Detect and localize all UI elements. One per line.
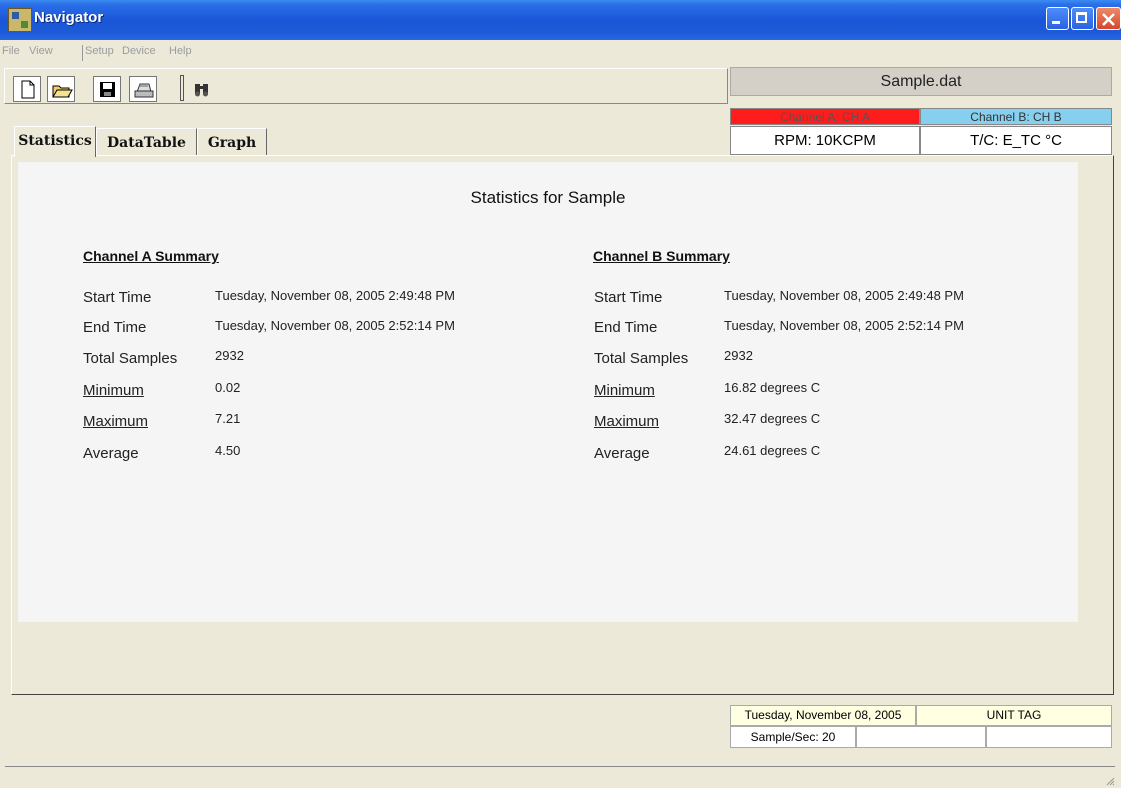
channel-a-minimum-value: 0.02 [215,380,241,395]
channel-a-end-time-value: Tuesday, November 08, 2005 2:52:14 PM [215,318,455,333]
menu-bar: File View Setup Device Help [0,42,1121,60]
save-disk-icon [100,82,115,97]
channel-b-average-label: Average [594,445,650,462]
toolbar [4,68,728,104]
window-title: Navigator [34,9,104,26]
status-unit-tag: UNIT TAG [916,705,1112,726]
file-name-display: Sample.dat [730,67,1112,96]
statistics-title: Statistics for Sample [470,188,626,207]
channel-b-start-time-label: Start Time [594,289,663,306]
channel-b-maximum-value: 32.47 degrees C [724,411,821,426]
save-button[interactable] [93,76,121,102]
menu-divider [82,45,83,61]
channel-b-total-samples-label: Total Samples [594,350,689,367]
channel-a-summary-heading: Channel A Summary [83,248,219,264]
menu-setup[interactable]: Setup [85,45,114,57]
resize-grip-icon[interactable] [1105,776,1115,786]
channel-b-start-time-value: Tuesday, November 08, 2005 2:49:48 PM [724,288,964,303]
new-file-icon [21,80,35,99]
channel-b-minimum-link[interactable]: Minimum [594,382,655,399]
status-date: Tuesday, November 08, 2005 [730,705,916,726]
channel-b-total-samples-value: 2932 [724,348,753,363]
maximize-button[interactable] [1071,7,1094,30]
channel-b-summary-heading: Channel B Summary [593,248,730,264]
channel-b-end-time-label: End Time [594,319,658,336]
toolbar-separator [180,75,184,101]
channel-b-maximum-link[interactable]: Maximum [594,413,659,430]
channel-a-maximum-link[interactable]: Maximum [83,413,148,430]
channel-a-maximum-value: 7.21 [215,411,241,426]
minimize-button[interactable] [1046,7,1069,30]
tab-statistics[interactable]: Statistics [14,126,96,157]
channel-a-average-label: Average [83,445,139,462]
close-icon [1102,13,1115,26]
channel-b-average-value: 24.61 degrees C [724,443,821,458]
status-sample-rate: Sample/Sec: 20 [730,726,856,748]
channel-a-minimum-link[interactable]: Minimum [83,382,144,399]
find-button[interactable] [189,76,217,102]
channel-b-minimum-value: 16.82 degrees C [724,380,821,395]
tab-datatable[interactable]: DataTable [96,128,197,155]
app-icon [8,8,32,32]
print-icon [134,83,154,98]
status-cell [856,726,986,748]
channel-a-start-time-value: Tuesday, November 08, 2005 2:49:48 PM [215,288,455,303]
close-button[interactable] [1096,7,1121,30]
channel-a-average-value: 4.50 [215,443,241,458]
channel-a-total-samples-value: 2932 [215,348,244,363]
channel-a-start-time-label: Start Time [83,289,152,306]
channel-a-label: Channel A: CH A [730,108,920,125]
status-bar [5,766,1115,786]
channel-a-total-samples-label: Total Samples [83,350,178,367]
print-button[interactable] [129,76,157,102]
channel-b-label: Channel B: CH B [920,108,1112,125]
status-cell [986,726,1112,748]
menu-help[interactable]: Help [169,45,192,57]
channel-a-end-time-label: End Time [83,319,147,336]
new-file-button[interactable] [13,76,41,102]
find-binoculars-icon [195,84,208,97]
title-bar[interactable]: Navigator [0,0,1121,40]
channel-b-unit: T/C: E_TC °C [920,126,1112,155]
tab-graph[interactable]: Graph [197,128,267,155]
statistics-panel: Statistics for Sample Channel A Summary … [18,162,1078,622]
menu-file[interactable]: File [2,45,20,57]
channel-a-unit: RPM: 10KCPM [730,126,920,155]
menu-view[interactable]: View [29,45,53,57]
open-folder-icon [52,85,73,98]
channel-b-end-time-value: Tuesday, November 08, 2005 2:52:14 PM [724,318,964,333]
menu-device[interactable]: Device [122,45,156,57]
open-file-button[interactable] [47,76,75,102]
